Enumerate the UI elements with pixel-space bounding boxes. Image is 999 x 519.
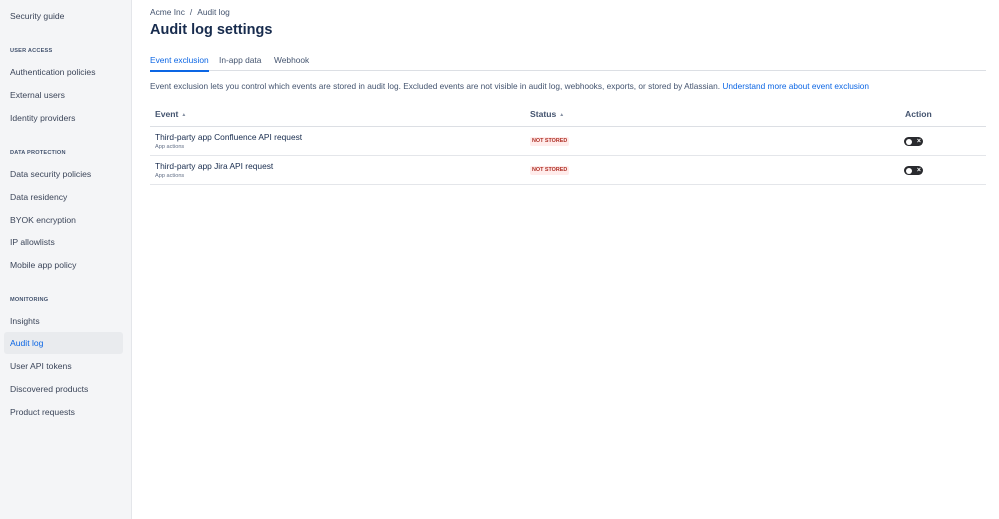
sidebar-item-product-requests[interactable]: Product requests <box>4 401 123 423</box>
sidebar-section-data-protection: DATA PROTECTION <box>10 150 66 156</box>
sort-arrows-icon[interactable]: ▲ <box>181 112 186 118</box>
sidebar-item-discovered-products[interactable]: Discovered products <box>4 378 123 400</box>
understand-event-exclusion-link[interactable]: Understand more about event exclusion <box>722 81 869 91</box>
sidebar-item-authentication-policies[interactable]: Authentication policies <box>4 61 123 83</box>
event-category: App actions <box>155 173 185 179</box>
sidebar-item-audit-log[interactable]: Audit log <box>4 332 123 354</box>
description-text: Event exclusion lets you control which e… <box>150 81 721 91</box>
description: Event exclusion lets you control which e… <box>150 81 869 91</box>
breadcrumb-current-link[interactable]: Audit log <box>197 7 230 17</box>
event-category: App actions <box>155 144 185 150</box>
sidebar-section-user-access: USER ACCESS <box>10 48 53 54</box>
sidebar-item-insights[interactable]: Insights <box>4 310 123 332</box>
sidebar-item-user-api-tokens[interactable]: User API tokens <box>4 355 123 377</box>
sidebar-item-ip-allowlists[interactable]: IP allowlists <box>4 231 123 253</box>
event-table: Event ▲ Status ▲ Action Third-party app Co… <box>150 104 986 185</box>
event-name: Third-party app Confluence API request <box>155 132 303 142</box>
toggle-knob <box>905 138 912 145</box>
sort-arrows-icon[interactable]: ▲ <box>559 112 564 118</box>
store-event-toggle[interactable]: × <box>904 166 923 175</box>
sidebar: Security guide USER ACCESS Authenticatio… <box>0 0 132 519</box>
sidebar-item-data-residency[interactable]: Data residency <box>4 186 123 208</box>
tab-in-app-data[interactable]: In-app data <box>219 55 261 71</box>
table-row: Third-party app Confluence API request A… <box>150 127 986 156</box>
sidebar-item-security-guide[interactable]: Security guide <box>4 5 123 27</box>
table-header: Event ▲ Status ▲ Action <box>150 104 986 127</box>
status-badge: NOT STORED <box>530 137 570 146</box>
breadcrumb-org-link[interactable]: Acme Inc <box>150 7 185 17</box>
sidebar-item-identity-providers[interactable]: Identity providers <box>4 107 123 129</box>
tab-webhook[interactable]: Webhook <box>274 55 309 71</box>
sidebar-item-data-security-policies[interactable]: Data security policies <box>4 163 123 185</box>
sidebar-section-monitoring: MONITORING <box>10 297 49 303</box>
column-header-action: Action <box>905 109 932 119</box>
breadcrumb: Acme Inc / Audit log <box>150 7 230 17</box>
breadcrumb-separator: / <box>189 7 193 17</box>
column-header-event[interactable]: Event ▲ <box>155 109 186 119</box>
sidebar-item-mobile-app-policy[interactable]: Mobile app policy <box>4 254 123 276</box>
store-event-toggle[interactable]: × <box>904 137 923 146</box>
tab-bar: Event exclusion In-app data Webhook <box>150 55 986 72</box>
column-header-status[interactable]: Status ▲ <box>530 109 564 119</box>
column-header-status-label: Status <box>530 109 557 119</box>
close-icon: × <box>916 167 921 174</box>
column-header-event-label: Event <box>155 109 179 119</box>
table-row: Third-party app Jira API request App act… <box>150 156 986 185</box>
sidebar-item-external-users[interactable]: External users <box>4 84 123 106</box>
tab-event-exclusion[interactable]: Event exclusion <box>150 55 209 72</box>
status-badge: NOT STORED <box>530 166 570 175</box>
close-icon: × <box>916 138 921 145</box>
event-name: Third-party app Jira API request <box>155 161 274 171</box>
page-title: Audit log settings <box>150 22 273 38</box>
toggle-knob <box>905 167 912 174</box>
sidebar-item-byok-encryption[interactable]: BYOK encryption <box>4 209 123 231</box>
